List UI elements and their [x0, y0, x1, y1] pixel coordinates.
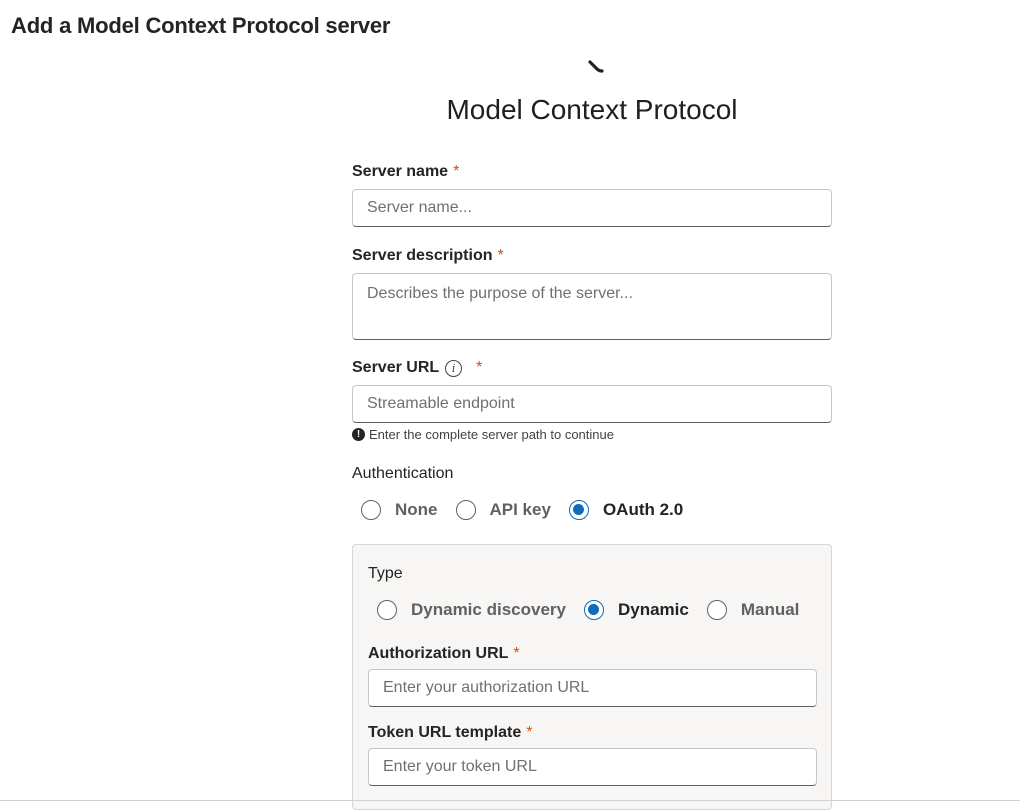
server-description-label: Server description * [352, 247, 504, 265]
server-url-helper-text: Enter the complete server path to contin… [369, 427, 614, 442]
radio-button[interactable] [583, 600, 604, 620]
server-name-label-text: Server name [352, 163, 449, 180]
radio-button[interactable] [455, 500, 476, 520]
oauth-type-label: Type [368, 565, 403, 583]
server-name-label: Server name * [352, 163, 459, 181]
server-name-input[interactable] [352, 189, 832, 227]
server-url-label: Server URL i * [352, 359, 482, 377]
radio-button[interactable] [361, 500, 381, 520]
radio-button[interactable] [706, 600, 727, 620]
oauth-settings-panel: Type Dynamic discovery Dynamic Manual Au… [352, 544, 832, 810]
oauth-type-dynamic-discovery[interactable]: Dynamic discovery [377, 600, 566, 620]
server-url-input[interactable] [352, 385, 832, 423]
auth-option-none[interactable]: None [361, 500, 438, 520]
oauth-type-option-label: Manual [740, 600, 800, 619]
auth-option-label: API key [489, 500, 551, 519]
oauth-type-option-label: Dynamic discovery [411, 600, 566, 619]
oauth-type-manual[interactable]: Manual [706, 600, 800, 620]
authentication-label-text: Authentication [352, 465, 454, 482]
radio-button[interactable] [568, 500, 589, 520]
server-url-helper: ! Enter the complete server path to cont… [352, 427, 614, 442]
divider [0, 800, 1020, 801]
required-mark: * [453, 163, 460, 180]
server-url-label-text: Server URL [352, 359, 440, 376]
required-mark: * [513, 645, 520, 662]
server-description-label-text: Server description [352, 247, 493, 264]
auth-option-label: None [395, 500, 438, 519]
oauth-type-label-text: Type [368, 565, 403, 582]
authorization-url-input[interactable] [368, 669, 817, 707]
mcp-logo-icon [588, 60, 604, 73]
alert-icon: ! [352, 428, 365, 441]
required-mark: * [526, 724, 533, 741]
hero-title: Model Context Protocol [446, 94, 738, 125]
oauth-type-dynamic[interactable]: Dynamic [583, 600, 689, 620]
token-url-label: Token URL template * [368, 724, 532, 742]
authentication-label: Authentication [352, 465, 453, 483]
authentication-radio-group: None API key OAuth 2.0 [361, 500, 701, 520]
auth-option-api-key[interactable]: API key [455, 500, 551, 520]
token-url-input[interactable] [368, 748, 817, 786]
required-mark: * [497, 247, 504, 264]
oauth-type-radio-group: Dynamic discovery Dynamic Manual [377, 600, 817, 620]
page-title: Add a Model Context Protocol server [11, 13, 391, 38]
authorization-url-label: Authorization URL * [368, 645, 520, 663]
token-url-label-text: Token URL template [368, 724, 522, 741]
auth-option-oauth2[interactable]: OAuth 2.0 [568, 500, 684, 520]
radio-button[interactable] [377, 600, 397, 620]
info-icon[interactable]: i [445, 359, 463, 377]
auth-option-label: OAuth 2.0 [602, 500, 684, 519]
oauth-type-option-label: Dynamic [617, 600, 689, 619]
authorization-url-label-text: Authorization URL [368, 645, 509, 662]
required-mark: * [476, 359, 483, 376]
server-description-input[interactable] [352, 273, 832, 340]
